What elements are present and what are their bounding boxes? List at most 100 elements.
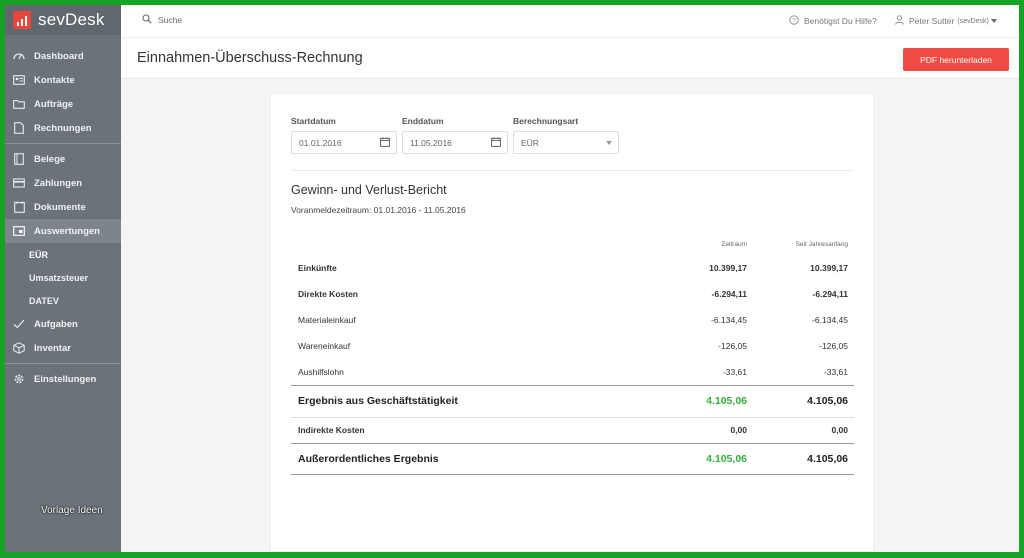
report-table: Zeitraum Seit Jahresanfang Einkünfte 10.… [291,236,854,475]
sidebar-item-zahlungen[interactable]: Zahlungen [5,171,121,195]
search-box[interactable]: Suche [142,14,182,26]
dashboard-icon [13,50,25,62]
sidebar-item-belege[interactable]: Belege [5,147,121,171]
calc-type-label: Berechnungsart [513,116,579,126]
row-label: Außerordentliches Ergebnis [298,453,439,465]
sidebar-item-kontakte[interactable]: Kontakte [5,68,121,92]
user-icon [895,15,904,27]
watermark-text: Vorlage Ideen [41,505,103,516]
user-name: Peter Sutter [909,16,955,26]
row-label: Ergebnis aus Geschäftstätigkeit [298,395,458,407]
sidebar-item-label: Einstellungen [34,373,97,385]
sevdesk-logo-icon [13,11,31,29]
start-date-label: Startdatum [291,116,336,126]
sidebar-item-label: Aufträge [34,98,74,110]
documents-icon [13,201,25,213]
end-date-value: 11.05.2016 [410,137,452,148]
sidebar-item-dashboard[interactable]: Dashboard [5,44,121,68]
calendar-icon[interactable] [380,136,390,149]
row-ytd-value: 0,00 [831,425,848,435]
sidebar-item-label: Inventar [34,342,71,354]
table-row: Aushilfslohn -33,61 -33,61 [291,359,854,385]
sidebar-item-label: Dashboard [34,50,84,62]
calendar-icon[interactable] [491,136,501,149]
invoice-icon [13,122,25,134]
sidebar-divider [5,363,121,364]
sidebar-item-label: Dokumente [34,201,86,213]
sidebar-item-einstellungen[interactable]: Einstellungen [5,367,121,391]
start-date-field: Startdatum 01.01.2016 [291,116,397,154]
page-header: Einnahmen-Überschuss-Rechnung PDF herunt… [121,38,1019,79]
report-title: Gewinn- und Verlust-Bericht [291,183,447,197]
sidebar-divider [5,143,121,144]
help-link[interactable]: ? Benötigst Du Hilfe? [789,15,877,27]
chevron-down-icon [990,19,997,23]
brand-name: sevDesk [38,10,105,29]
sidebar-item-label: Auswertungen [34,225,100,237]
user-org: (sevDesk) [957,17,989,25]
box-icon [13,342,25,354]
end-date-field: Enddatum 11.05.2016 [402,116,508,154]
report-period: Voranmeldezeitraum: 01.01.2016 - 11.05.2… [291,205,466,215]
sidebar-item-auswertungen[interactable]: Auswertungen [5,219,121,243]
user-menu[interactable]: Peter Sutter (sevDesk) [895,15,997,27]
svg-text:?: ? [792,17,796,24]
sidebar-item-inventar[interactable]: Inventar [5,336,121,360]
row-ytd-value: 10.399,17 [810,262,848,273]
sidebar-item-label: Kontakte [34,74,75,86]
app-window: sevDesk Dashboard Kontakte Aufträge Rech… [5,5,1019,552]
help-icon: ? [789,15,799,27]
row-ytd-value: 4.105,06 [807,453,848,465]
table-row: Indirekte Kosten 0,00 0,00 [291,417,854,443]
start-date-input[interactable]: 01.01.2016 [291,131,397,154]
sidebar-item-auftraege[interactable]: Aufträge [5,92,121,116]
sidebar-item-label: Aufgaben [34,318,78,330]
check-icon [13,318,25,330]
receipt-icon [13,153,25,165]
end-date-label: Enddatum [402,116,444,126]
row-label: Einkünfte [298,262,337,273]
row-period-value: 4.105,06 [706,395,747,407]
sidebar-item-rechnungen[interactable]: Rechnungen [5,116,121,140]
row-period-value: 4.105,06 [706,453,747,465]
folder-icon [13,98,25,110]
row-period-value: 10.399,17 [709,262,747,273]
end-date-input[interactable]: 11.05.2016 [402,131,508,154]
row-ytd-value: -6.134,45 [812,314,848,325]
table-row: Wareneinkauf -126,05 -126,05 [291,333,854,359]
reports-icon [13,225,25,237]
gear-icon [13,373,25,385]
table-row-subtotal: Ergebnis aus Geschäftstätigkeit 4.105,06… [291,385,854,417]
column-header-ytd: Seit Jahresanfang [795,240,848,248]
sidebar-item-label: Rechnungen [34,122,92,134]
brand[interactable]: sevDesk [5,5,121,35]
row-period-value: -6.294,11 [711,288,747,299]
row-period-value: -126,05 [718,340,747,351]
calc-type-select[interactable]: EÜR [513,131,619,154]
calc-type-field: Berechnungsart EÜR [513,116,619,154]
card-icon [13,177,25,189]
table-header: Zeitraum Seit Jahresanfang [291,236,854,253]
sidebar-item-aufgaben[interactable]: Aufgaben [5,312,121,336]
row-label: Indirekte Kosten [298,425,365,435]
row-period-value: 0,00 [730,425,747,435]
search-icon [142,14,152,26]
sidebar-subitem-euer[interactable]: EÜR [5,243,121,266]
row-label: Direkte Kosten [298,288,358,299]
contacts-icon [13,74,25,86]
row-period-value: -6.134,45 [711,314,747,325]
row-period-value: -33,61 [722,366,747,377]
row-ytd-value: -33,61 [823,366,848,377]
help-label: Benötigst Du Hilfe? [804,16,877,26]
calc-type-value: EÜR [521,137,539,148]
sidebar-item-dokumente[interactable]: Dokumente [5,195,121,219]
pdf-download-button[interactable]: PDF herunterladen [903,48,1009,71]
sidebar-item-label: Belege [34,153,66,165]
sidebar-subitem-datev[interactable]: DATEV [5,289,121,312]
table-row: Materialeinkauf -6.134,45 -6.134,45 [291,307,854,333]
table-row: Direkte Kosten -6.294,11 -6.294,11 [291,281,854,307]
row-ytd-value: -126,05 [819,340,848,351]
topbar: Suche ? Benötigst Du Hilfe? Peter Sutter… [121,5,1019,38]
sidebar-subitem-umsatzsteuer[interactable]: Umsatzsteuer [5,266,121,289]
report-card: Startdatum 01.01.2016 Enddatum 11.05.201… [270,93,874,552]
